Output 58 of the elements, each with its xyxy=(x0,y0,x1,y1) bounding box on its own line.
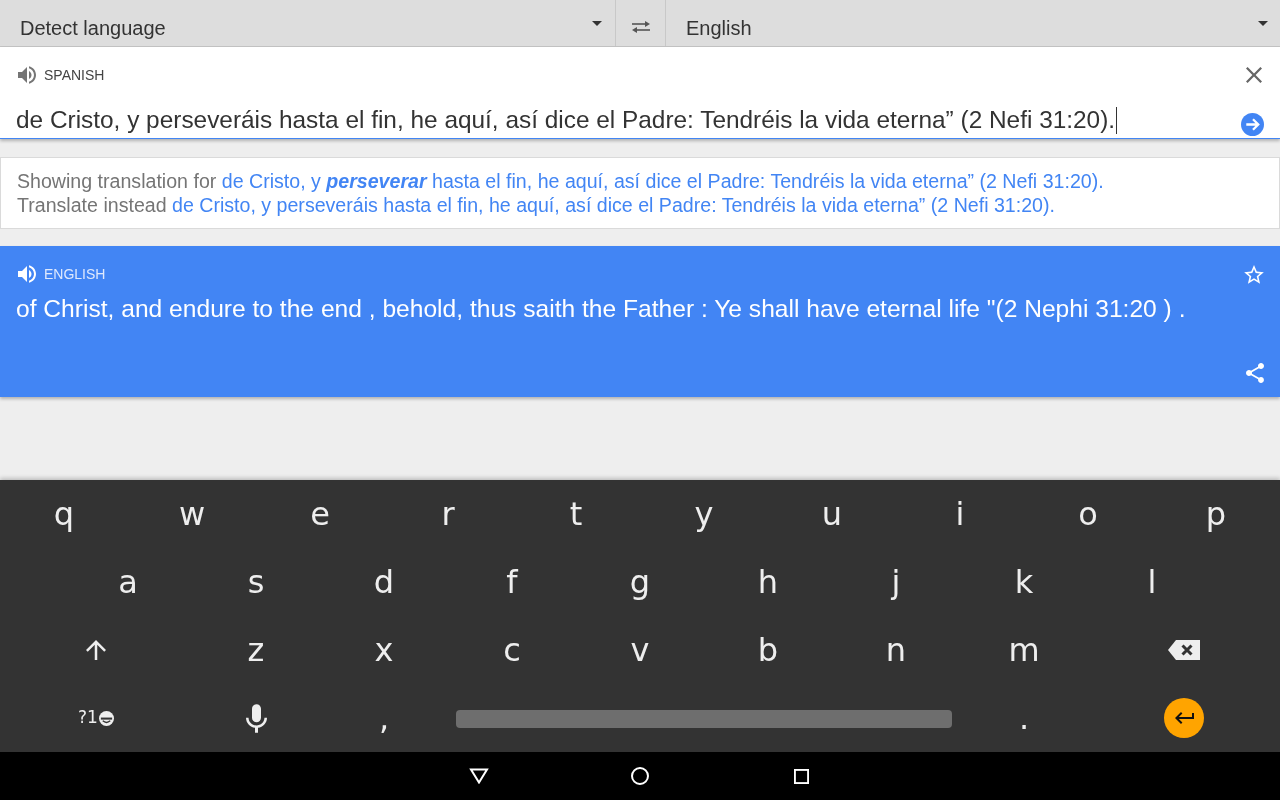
key[interactable]: q xyxy=(41,490,87,538)
target-language-label: ENGLISH xyxy=(44,264,106,284)
star-icon[interactable] xyxy=(1244,264,1264,284)
key[interactable]: r xyxy=(429,490,467,538)
shift-arrow-icon[interactable] xyxy=(86,640,106,660)
key[interactable]: z xyxy=(235,626,277,674)
suggestion-text: Translate instead de Cristo, y perseveráis hasta el fin, he aquí, así dice el Padre: Tendréis la vida eterna” (2 Nefi 31:20). xyxy=(17,193,1055,217)
key[interactable]: , xyxy=(366,694,402,742)
close-icon[interactable] xyxy=(1246,67,1262,83)
square-icon[interactable] xyxy=(793,768,809,784)
key[interactable]: e xyxy=(298,490,342,538)
key[interactable]: t xyxy=(557,490,595,538)
key[interactable]: s xyxy=(235,558,277,606)
key[interactable]: d xyxy=(361,558,407,606)
key[interactable]: l xyxy=(1135,558,1169,606)
smiley-icon xyxy=(98,710,114,726)
key[interactable]: f xyxy=(494,558,530,606)
key[interactable]: b xyxy=(745,626,791,674)
key[interactable]: x xyxy=(362,626,406,674)
speaker-icon[interactable] xyxy=(18,265,36,283)
key[interactable]: g xyxy=(617,558,663,606)
triangle-icon[interactable] xyxy=(469,768,489,784)
speaker-icon[interactable] xyxy=(18,66,36,84)
key[interactable]: u xyxy=(809,490,855,538)
source-language-label: SPANISH xyxy=(44,65,105,85)
text-input-field[interactable]: de Cristo, y perseveráis hasta el fin, he aquí, así dice el Padre: Tendréis la vida eterna” (2 Nefi 31:20). xyxy=(0,103,1280,139)
key[interactable]: h xyxy=(745,558,791,606)
circle-icon[interactable] xyxy=(631,767,649,785)
key[interactable]: n xyxy=(873,626,919,674)
enter-key[interactable] xyxy=(1164,698,1204,738)
caret-icon xyxy=(1258,20,1268,26)
key[interactable]: p xyxy=(1193,490,1239,538)
key[interactable]: v xyxy=(618,626,662,674)
key[interactable]: . xyxy=(1006,694,1042,742)
swap-icon[interactable] xyxy=(630,20,651,34)
suggestion-link[interactable]: de Cristo, y perseveráis hasta el fin, he aquí, así dice el Padre: Tendréis la vida eterna” (2 Nefi 31:20). xyxy=(172,194,1055,216)
key[interactable]: a xyxy=(106,558,150,606)
key[interactable]: i xyxy=(943,490,977,538)
key[interactable]: j xyxy=(879,558,913,606)
arrow-right-circle-icon[interactable] xyxy=(1241,113,1264,136)
backspace-icon[interactable] xyxy=(1168,640,1200,660)
microphone-icon[interactable] xyxy=(245,702,267,734)
key[interactable]: o xyxy=(1066,490,1110,538)
key[interactable]: m xyxy=(996,626,1052,674)
return-arrow-icon xyxy=(1174,712,1194,724)
key[interactable]: k xyxy=(1002,558,1046,606)
text-cursor xyxy=(1116,107,1118,134)
key[interactable]: y xyxy=(682,490,726,538)
suggestion-link[interactable]: de Cristo, y perseverar hasta el fin, he aquí, así dice el Padre: Tendréis la vida eterna” (2 Nefi 31:20). xyxy=(221,170,1104,192)
symbols-key[interactable]: ?1 xyxy=(74,701,118,735)
key[interactable]: w xyxy=(166,490,218,538)
suggestion-text: Showing translation for de Cristo, y perseverar hasta el fin, he aquí, así dice el Padre: Tendréis la vida eterna” (2 Nefi 31:20). xyxy=(17,169,1104,193)
key[interactable]: c xyxy=(491,626,533,674)
source-language-dropdown[interactable]: Detect language xyxy=(0,0,615,46)
share-icon[interactable] xyxy=(1246,363,1264,383)
translation-text: of Christ, and endure to the end , behold, thus saith the Father : Ye shall have eternal life "(2 Nephi 31:20 ) . xyxy=(15,294,1187,324)
target-language-dropdown[interactable]: English xyxy=(666,0,1280,46)
caret-icon xyxy=(592,20,602,26)
